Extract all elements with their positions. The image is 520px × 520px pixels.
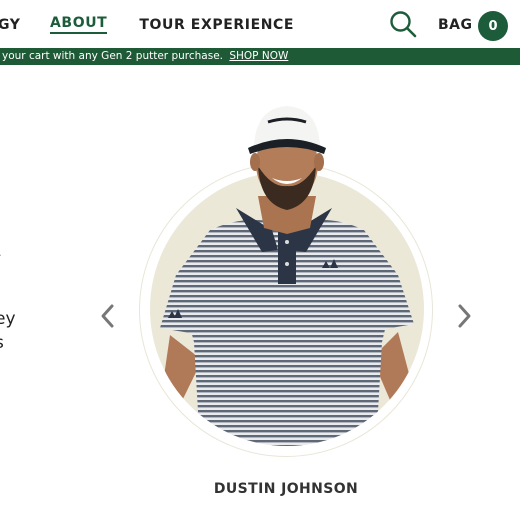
nav-item-about[interactable]: ABOUT [50, 15, 108, 34]
left-text-line-2: s [0, 333, 4, 353]
chevron-left-icon[interactable] [97, 302, 119, 330]
nav-item-tour-experience[interactable]: TOUR EXPERIENCE [139, 17, 294, 33]
bag-button[interactable]: BAG [438, 17, 473, 33]
player-name: DUSTIN JOHNSON [213, 481, 359, 497]
site-header: GY ABOUT TOUR EXPERIENCE BAG 0 [0, 0, 520, 48]
main-nav: GY ABOUT TOUR EXPERIENCE [0, 15, 294, 34]
left-text-fragment-dash: - [0, 245, 1, 265]
bag-count-badge[interactable]: 0 [478, 11, 508, 41]
nav-item-technology[interactable]: GY [0, 17, 22, 33]
left-text-line-1: ey [0, 309, 16, 329]
promo-bar: your cart with any Gen 2 putter purchase… [0, 48, 520, 65]
promo-text: your cart with any Gen 2 putter purchase… [2, 50, 223, 62]
search-icon[interactable] [389, 10, 417, 38]
shop-now-link[interactable]: SHOP NOW [229, 50, 288, 62]
chevron-right-icon[interactable] [453, 302, 475, 330]
player-portrait [160, 106, 414, 446]
